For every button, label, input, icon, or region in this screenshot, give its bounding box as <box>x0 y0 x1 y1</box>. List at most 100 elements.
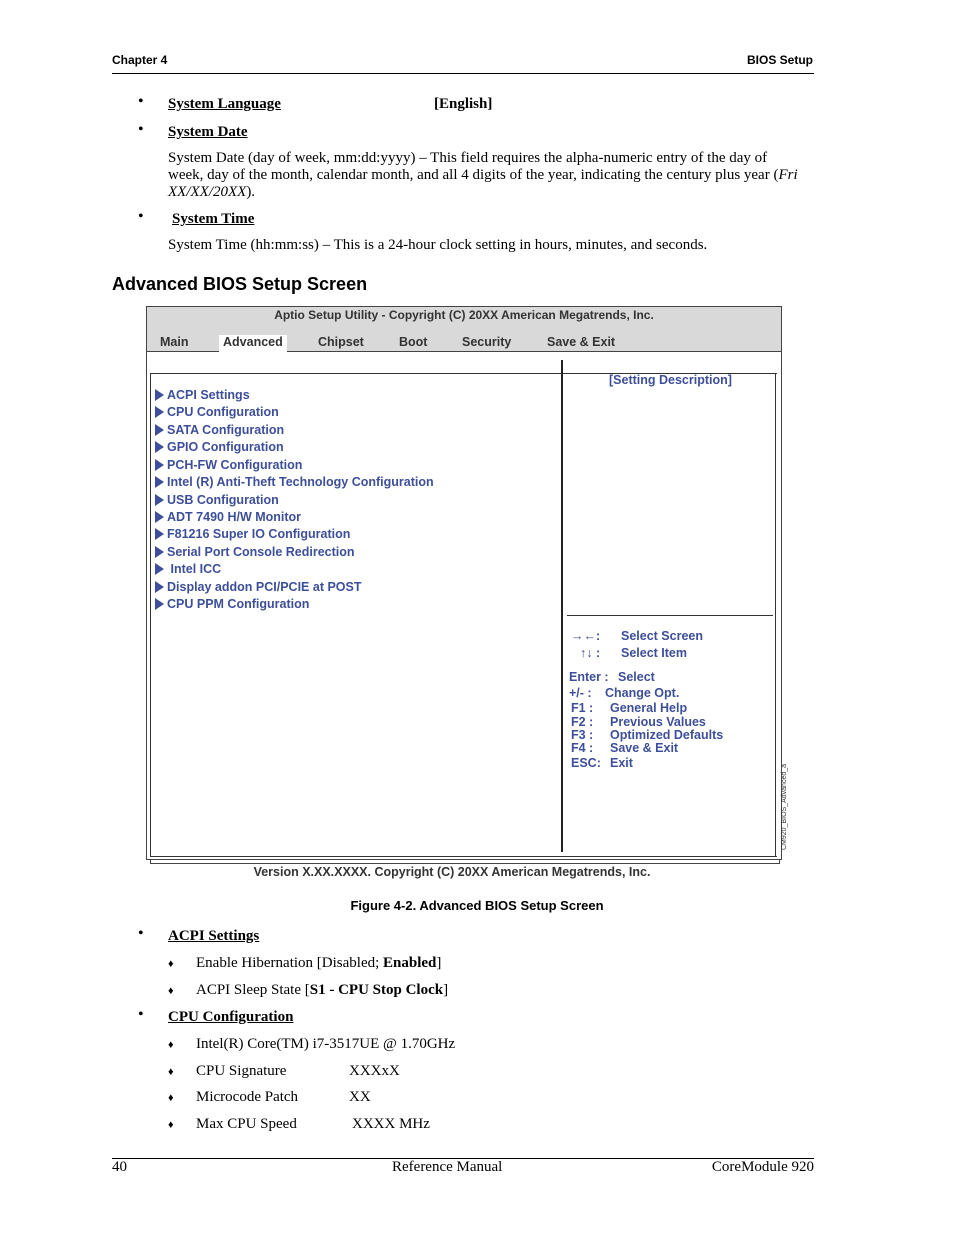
menu-item-acpi-settings[interactable]: ACPI Settings <box>155 388 250 402</box>
menu-item-intel-icc[interactable]: Intel ICC <box>155 562 221 576</box>
section-label: BIOS Setup <box>746 53 813 67</box>
triangle-right-icon <box>155 546 164 558</box>
system-time-title: System Time <box>172 211 255 227</box>
bios-title: Aptio Setup Utility - Copyright (C) 20XX… <box>274 308 654 322</box>
microcode-patch-label: Microcode Patch <box>196 1089 299 1105</box>
system-language-value: [English] <box>434 96 493 112</box>
key-f1: F1 : <box>571 701 594 715</box>
panel-divider <box>561 360 563 852</box>
section-title: Advanced BIOS Setup Screen <box>112 274 368 294</box>
left-right-arrows-icon: →←: <box>571 629 601 643</box>
page-number: 40 <box>112 1159 127 1175</box>
key-enter: Enter : <box>569 670 609 684</box>
diamond-bullet-icon: ♦ <box>168 1066 174 1078</box>
system-language-title: System Language <box>168 96 281 112</box>
system-date-body: System Date (day of week, mm:dd:yyyy) – … <box>168 150 779 183</box>
menu-item-usb-configuration[interactable]: USB Configuration <box>155 493 279 507</box>
max-cpu-speed-label: Max CPU Speed <box>196 1116 297 1132</box>
key-esc-action: Exit <box>610 756 633 770</box>
bullet-icon: • <box>138 1006 144 1023</box>
key-f2: F2 : <box>571 715 594 729</box>
menu-item-label: CPU Configuration <box>167 405 279 419</box>
key-enter-action: Select <box>618 670 655 684</box>
triangle-right-icon <box>155 598 164 610</box>
menu-item-cpu-configuration[interactable]: CPU Configuration <box>155 405 279 419</box>
triangle-right-icon <box>155 528 164 540</box>
triangle-right-icon <box>155 476 164 488</box>
bullet-icon: • <box>138 93 144 110</box>
chapter-label: Chapter 4 <box>112 53 168 67</box>
footer-center: Reference Manual <box>392 1159 503 1175</box>
cpu-model-item: Intel(R) Core(TM) i7-3517UE @ 1.70GHz <box>196 1036 456 1052</box>
footer-product: CoreModule 920 <box>711 1159 814 1175</box>
menu-item-label: Display addon PCI/PCIE at POST <box>167 580 362 594</box>
menu-item-anti-theft[interactable]: Intel (R) Anti-Theft Technology Configur… <box>155 475 434 489</box>
menu-item-label: ACPI Settings <box>167 388 250 402</box>
tab-boot[interactable]: Boot <box>399 335 427 349</box>
key-f3: F3 : <box>571 728 594 742</box>
key-f3-action: Optimized Defaults <box>610 728 724 742</box>
microcode-patch-value: XX <box>349 1089 371 1105</box>
key-f4-action: Save & Exit <box>610 741 679 755</box>
tab-save-exit[interactable]: Save & Exit <box>547 335 615 349</box>
menu-item-label: ADT 7490 H/W Monitor <box>167 510 302 524</box>
item-default: S1 - CPU Stop Clock <box>309 982 444 998</box>
key-f4: F4 : <box>571 741 594 755</box>
menu-item-display-addon[interactable]: Display addon PCI/PCIE at POST <box>155 580 361 594</box>
triangle-right-icon <box>155 441 164 453</box>
item-label: Enable Hibernation [Disabled; <box>196 955 384 971</box>
triangle-right-icon <box>155 459 164 471</box>
key-select-item-action: Select Item <box>621 646 688 660</box>
key-f1-action: General Help <box>610 701 688 715</box>
header-rule <box>112 73 814 74</box>
menu-item-label: SATA Configuration <box>167 423 285 437</box>
key-plus-minus-action: Change Opt. <box>605 686 680 700</box>
menu-item-label: GPIO Configuration <box>167 440 284 454</box>
tab-main[interactable]: Main <box>160 335 188 349</box>
max-cpu-speed-value: XXXX MHz <box>352 1116 430 1132</box>
bullet-icon: • <box>138 121 144 138</box>
bullet-icon: • <box>138 208 144 225</box>
acpi-sleep-state-item: ACPI Sleep State [S1 - CPU Stop Clock] <box>196 982 448 999</box>
menu-item-sata-configuration[interactable]: SATA Configuration <box>155 423 284 437</box>
item-suffix: ] <box>436 955 442 971</box>
system-date-end: ). <box>246 184 256 200</box>
menu-item-label: Intel ICC <box>167 562 222 576</box>
figure-caption: Figure 4-2. Advanced BIOS Setup Screen <box>350 898 604 913</box>
item-suffix: ] <box>443 982 449 998</box>
menu-item-pch-fw-configuration[interactable]: PCH-FW Configuration <box>155 458 302 472</box>
tab-security[interactable]: Security <box>462 335 511 349</box>
menu-item-label: USB Configuration <box>167 493 279 507</box>
triangle-right-icon <box>155 581 164 593</box>
key-select-screen-action: Select Screen <box>621 629 703 643</box>
tab-chipset[interactable]: Chipset <box>318 335 364 349</box>
up-down-arrows-icon: ↑↓ : <box>580 646 601 660</box>
acpi-settings-title: ACPI Settings <box>168 928 260 944</box>
triangle-right-icon <box>155 494 164 506</box>
key-plus-minus: +/- : <box>569 686 592 700</box>
menu-item-super-io[interactable]: F81216 Super IO Configuration <box>155 527 350 541</box>
menu-item-hw-monitor[interactable]: ADT 7490 H/W Monitor <box>155 510 301 524</box>
diamond-bullet-icon: ♦ <box>168 1039 174 1051</box>
key-select-screen: →←: <box>571 629 600 643</box>
item-default: Enabled <box>383 955 437 971</box>
menu-item-serial-console[interactable]: Serial Port Console Redirection <box>155 545 355 559</box>
tab-advanced[interactable]: Advanced <box>219 335 287 352</box>
key-f2-action: Previous Values <box>610 715 706 729</box>
cpu-signature-label: CPU Signature <box>196 1063 287 1079</box>
system-date-text: System Date (day of week, mm:dd:yyyy) – … <box>168 150 798 201</box>
menu-item-gpio-configuration[interactable]: GPIO Configuration <box>155 440 284 454</box>
system-date-title: System Date <box>168 124 248 140</box>
bios-screen: Aptio Setup Utility - Copyright (C) 20XX… <box>146 306 782 860</box>
diamond-bullet-icon: ♦ <box>168 985 174 997</box>
bios-version-footer: Version X.XX.XXXX. Copyright (C) 20XX Am… <box>253 865 651 879</box>
cpu-signature-value: XXXxX <box>349 1063 400 1079</box>
menu-item-cpu-ppm[interactable]: CPU PPM Configuration <box>155 597 309 611</box>
diamond-bullet-icon: ♦ <box>168 1119 174 1131</box>
menu-item-label: Intel (R) Anti-Theft Technology Configur… <box>167 475 434 489</box>
bullet-icon: • <box>138 925 144 942</box>
bios-header-bar: Aptio Setup Utility - Copyright (C) 20XX… <box>147 307 781 352</box>
menu-item-label: F81216 Super IO Configuration <box>167 527 351 541</box>
key-esc: ESC: <box>571 756 601 770</box>
triangle-right-icon <box>155 511 164 523</box>
